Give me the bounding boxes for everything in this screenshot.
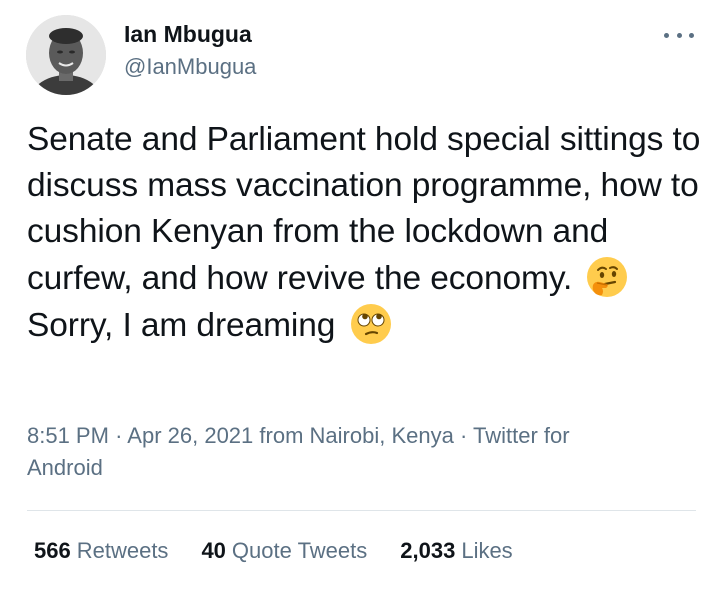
quote-tweets-stat[interactable]: 40 Quote Tweets <box>201 538 367 564</box>
more-options-button[interactable] <box>664 25 694 45</box>
avatar[interactable] <box>26 15 106 95</box>
tweet-header: Ian Mbugua @IanMbugua <box>26 15 696 95</box>
tweet-stats: 566 Retweets 40 Quote Tweets 2,033 Likes <box>34 538 513 564</box>
tweet-meta: 8:51 PM · Apr 26, 2021 from Nairobi, Ken… <box>27 420 647 484</box>
meta-separator: · <box>459 423 468 448</box>
likes-count: 2,033 <box>400 538 456 563</box>
author-name[interactable]: Ian Mbugua <box>124 21 252 48</box>
dot-icon <box>676 32 682 38</box>
tweet-text-part2: Sorry, I am dreaming <box>27 307 336 344</box>
author-handle[interactable]: @IanMbugua <box>124 54 256 80</box>
quote-tweets-count: 40 <box>201 538 226 563</box>
retweets-stat[interactable]: 566 Retweets <box>34 538 168 564</box>
tweet-time[interactable]: 8:51 PM <box>27 423 109 448</box>
meta-separator: · <box>115 423 123 448</box>
divider <box>27 510 696 511</box>
tweet-date[interactable]: Apr 26, 2021 <box>127 423 253 448</box>
location-prefix: from <box>259 423 304 448</box>
dot-icon <box>664 32 669 38</box>
face-with-rolling-eyes-icon <box>349 302 393 346</box>
tweet-location[interactable]: Nairobi, Kenya <box>310 423 454 448</box>
tweet-text: Senate and Parliament hold special sitti… <box>27 117 707 349</box>
likes-label: Likes <box>461 538 513 563</box>
retweets-label: Retweets <box>76 538 169 563</box>
thinking-face-icon <box>585 255 629 299</box>
dot-icon <box>689 32 694 38</box>
tweet-card: Ian Mbugua @IanMbugua Senate and Parliam… <box>0 0 720 590</box>
retweets-count: 566 <box>34 538 71 563</box>
likes-stat[interactable]: 2,033 Likes <box>400 538 512 564</box>
avatar-image <box>26 15 106 95</box>
quote-tweets-label: Quote Tweets <box>231 538 368 563</box>
